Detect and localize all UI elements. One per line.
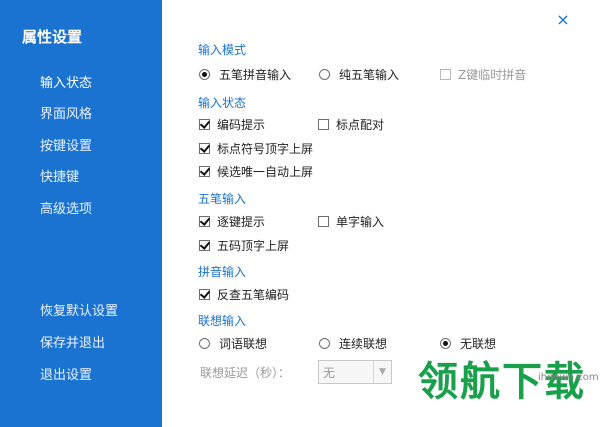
section-title-pinyin: 拼音输入 [198, 265, 247, 279]
radio-indicator [319, 338, 330, 349]
radio-indicator [440, 338, 451, 349]
checkbox-punct-pair[interactable]: 标点配对 [318, 116, 384, 133]
section-title-association: 联想输入 [198, 314, 247, 328]
sidebar-item-key-settings[interactable]: 按键设置 [40, 135, 92, 154]
radio-label: 五笔拼音输入 [219, 68, 292, 82]
checkbox-label: 反查五笔编码 [217, 288, 290, 302]
radio-indicator [319, 69, 330, 80]
checkbox-indicator [199, 166, 210, 177]
radio-no-association[interactable]: 无联想 [440, 335, 496, 352]
checkbox-indicator [199, 143, 210, 154]
checkbox-indicator [199, 240, 210, 251]
checkbox-indicator [440, 69, 451, 80]
section-title-wubi: 五笔输入 [198, 192, 247, 206]
checkbox-label: 标点符号顶字上屏 [217, 142, 314, 156]
radio-pure-wubi[interactable]: 纯五笔输入 [319, 66, 399, 83]
association-delay-select[interactable]: 无 ▼ [318, 360, 392, 384]
sidebar-item-advanced[interactable]: 高级选项 [40, 198, 92, 217]
checkbox-label: Z键临时拼音 [458, 68, 527, 82]
checkbox-z-temp-pinyin[interactable]: Z键临时拼音 [440, 66, 526, 83]
sidebar: 属性设置 输入状态 界面风格 按键设置 快捷键 高级选项 恢复默认设置 保存并退… [0, 0, 162, 427]
checkbox-single-char[interactable]: 单字输入 [318, 213, 384, 230]
checkbox-code-hint[interactable]: 编码提示 [199, 116, 265, 133]
checkbox-five-code[interactable]: 五码顶字上屏 [199, 237, 289, 254]
radio-label: 连续联想 [339, 337, 388, 351]
radio-continuous-association[interactable]: 连续联想 [319, 335, 387, 352]
section-title-input-mode: 输入模式 [198, 43, 247, 57]
chevron-down-icon[interactable]: ▼ [373, 361, 391, 383]
checkbox-label: 标点配对 [336, 118, 385, 132]
restore-defaults-button[interactable]: 恢复默认设置 [40, 300, 118, 319]
close-icon[interactable]: × [555, 12, 571, 28]
save-and-exit-button[interactable]: 保存并退出 [40, 332, 105, 351]
checkbox-label: 编码提示 [217, 118, 266, 132]
checkbox-reverse-lookup[interactable]: 反查五笔编码 [199, 286, 289, 303]
checkbox-label: 单字输入 [336, 215, 385, 229]
checkbox-label: 逐键提示 [217, 215, 266, 229]
radio-indicator [199, 69, 210, 80]
sidebar-item-ui-style[interactable]: 界面风格 [40, 103, 92, 122]
section-title-input-state: 输入状态 [198, 96, 247, 110]
checkbox-indicator [318, 119, 329, 130]
radio-indicator [199, 338, 210, 349]
checkbox-label: 候选唯一自动上屏 [217, 165, 314, 179]
sidebar-title: 属性设置 [22, 28, 83, 46]
radio-label: 无联想 [460, 337, 497, 351]
checkbox-label: 五码顶字上屏 [217, 239, 290, 253]
radio-label: 词语联想 [219, 337, 268, 351]
watermark-url: ihdown.com [538, 372, 599, 383]
checkbox-unique-commit[interactable]: 候选唯一自动上屏 [199, 163, 313, 180]
sidebar-item-input-state[interactable]: 输入状态 [40, 72, 92, 91]
association-delay-value: 无 [323, 365, 336, 380]
exit-settings-button[interactable]: 退出设置 [40, 364, 92, 383]
checkbox-punct-commit[interactable]: 标点符号顶字上屏 [199, 140, 313, 157]
radio-wubi-pinyin[interactable]: 五笔拼音输入 [199, 66, 291, 83]
radio-label: 纯五笔输入 [339, 68, 400, 82]
sidebar-item-shortcuts[interactable]: 快捷键 [40, 166, 79, 185]
checkbox-indicator [199, 119, 210, 130]
checkbox-indicator [199, 289, 210, 300]
checkbox-key-hint[interactable]: 逐键提示 [199, 213, 265, 230]
checkbox-indicator [199, 216, 210, 227]
radio-word-association[interactable]: 词语联想 [199, 335, 267, 352]
checkbox-indicator [318, 216, 329, 227]
association-delay-label: 联想延迟（秒）： [200, 366, 291, 380]
